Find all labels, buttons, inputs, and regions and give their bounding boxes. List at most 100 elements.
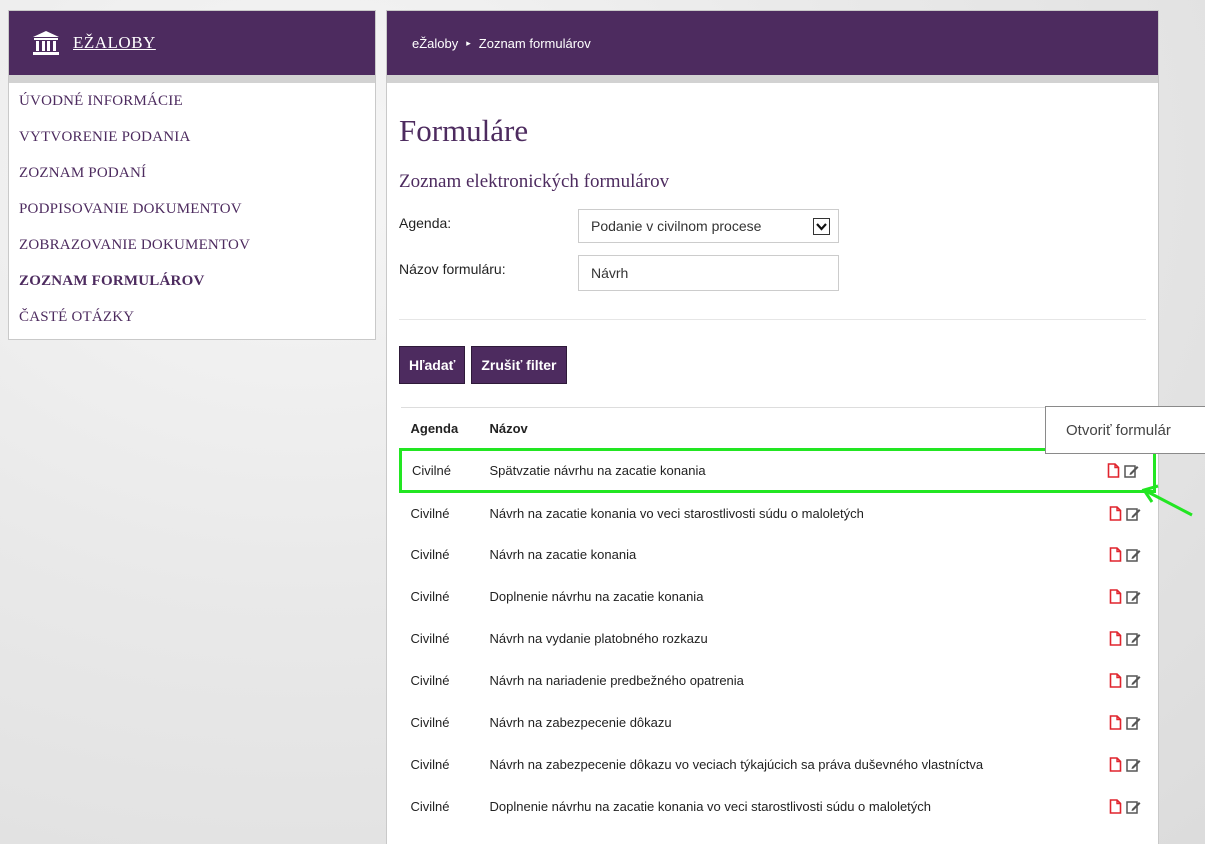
- clear-filter-button[interactable]: Zrušiť filter: [471, 346, 567, 384]
- pdf-document-icon[interactable]: [1108, 757, 1123, 772]
- cell-actions: [1081, 702, 1155, 744]
- cell-agenda: Civilné: [399, 448, 480, 493]
- agenda-select[interactable]: Podanie v civilnom procese: [578, 209, 839, 243]
- sidebar-item-podpisovanie-dokumentov[interactable]: PODPISOVANIE DOKUMENTOV: [19, 199, 375, 235]
- sidebar-nav: ÚVODNÉ INFORMÁCIE VYTVORENIE PODANIA ZOZ…: [9, 83, 375, 343]
- cell-name: Návrh na zacatie konania: [489, 547, 637, 562]
- cell-actions: [1081, 744, 1155, 786]
- form-name-label: Názov formuláru:: [399, 261, 506, 277]
- pdf-document-icon[interactable]: [1108, 547, 1123, 562]
- agenda-label: Agenda:: [399, 215, 452, 231]
- edit-form-icon[interactable]: [1125, 715, 1141, 730]
- sidebar: EŽALOBY ÚVODNÉ INFORMÁCIE VYTVORENIE POD…: [8, 10, 376, 340]
- breadcrumb-separator-icon: ▸: [466, 37, 471, 48]
- annotation-arrow-icon: [1141, 484, 1193, 517]
- row-actions: [1091, 589, 1155, 604]
- sidebar-separator: [9, 75, 375, 83]
- table-row[interactable]: Civilné Doplnenie návrhu na zacatie konan…: [401, 786, 1155, 828]
- row-actions: [1091, 673, 1155, 688]
- row-actions: [1091, 631, 1155, 646]
- name-filter-row: Názov formuláru:: [399, 255, 1146, 301]
- cell-actions: [1081, 534, 1155, 576]
- form-name-input[interactable]: [578, 255, 839, 291]
- pdf-document-icon[interactable]: [1108, 673, 1123, 688]
- cell-name: Spätvzatie návrhu na zacatie konania: [479, 448, 1081, 493]
- filter-buttons: Hľadať Zrušiť filter: [399, 346, 1146, 384]
- page-title: Formuláre: [399, 113, 529, 148]
- row-actions: [1091, 715, 1155, 730]
- table-row[interactable]: Civilné Doplnenie návrhu na zacatie konan…: [401, 576, 1155, 618]
- cell-name: Návrh na nariadenie predbežného opatreni…: [489, 673, 744, 688]
- edit-form-icon[interactable]: [1125, 589, 1141, 604]
- edit-form-icon[interactable]: [1125, 506, 1141, 521]
- pdf-document-icon[interactable]: [1106, 463, 1121, 478]
- search-button[interactable]: Hľadať: [399, 346, 466, 384]
- pdf-document-icon[interactable]: [1108, 715, 1123, 730]
- cell-actions: [1081, 786, 1155, 828]
- table-row[interactable]: Civilné Návrh na zabezpecenie dôkazu: [401, 702, 1155, 744]
- sidebar-item-caste-otazky[interactable]: ČASTÉ OTÁZKY: [19, 307, 375, 343]
- cell-name: Návrh na zacatie konania vo veci starost…: [489, 505, 864, 521]
- cell-agenda: Civilné: [410, 547, 450, 562]
- cell-actions: [1081, 660, 1155, 702]
- open-form-tooltip: Otvoriť formulár: [1045, 406, 1205, 454]
- row-actions: [1091, 757, 1155, 772]
- cell-agenda: Civilné: [410, 505, 450, 521]
- column-header-agenda[interactable]: Agenda: [400, 407, 480, 451]
- sidebar-item-vytvorenie-podania[interactable]: VYTVORENIE PODANIA: [19, 127, 375, 163]
- cell-name: Návrh na zabezpecenie dôkazu vo veciach …: [489, 757, 984, 772]
- chevron-down-icon[interactable]: [813, 218, 830, 235]
- pdf-document-icon[interactable]: [1108, 589, 1123, 604]
- pdf-document-icon[interactable]: [1108, 799, 1123, 814]
- cell-name: Návrh na zabezpecenie dôkazu: [489, 715, 672, 730]
- table-row[interactable]: Civilné Návrh na nariadenie predbežného o…: [401, 660, 1155, 702]
- cell-agenda: Civilné: [410, 589, 450, 604]
- breadcrumb-home-link[interactable]: eŽaloby: [412, 36, 458, 51]
- table-row[interactable]: Civilné Návrh na zacatie konania: [401, 534, 1155, 576]
- pdf-document-icon[interactable]: [1108, 631, 1123, 646]
- breadcrumb-current: Zoznam formulárov: [478, 35, 591, 51]
- row-actions: [1091, 799, 1155, 814]
- edit-form-icon[interactable]: [1125, 757, 1141, 772]
- filter-divider: [399, 319, 1146, 320]
- table-body: Civilné Spätvzatie návrhu na zacatie kona…: [399, 448, 1156, 828]
- logo-link[interactable]: EŽALOBY: [73, 33, 156, 53]
- cell-name: Doplnenie návrhu na zacatie konania: [489, 589, 704, 604]
- cell-agenda: Civilné: [410, 673, 450, 688]
- table-row[interactable]: Civilné Návrh na vydanie platobného rozka…: [401, 618, 1155, 660]
- forms-table: Agenda Názov Civilné Spätvzatie návrhu na…: [399, 407, 1156, 828]
- cell-name: Návrh na vydanie platobného rozkazu: [489, 631, 708, 646]
- cell-agenda: Civilné: [410, 799, 450, 814]
- content: Formuláre Zoznam elektronických formulár…: [387, 113, 1158, 828]
- column-header-name[interactable]: Názov: [479, 407, 1081, 451]
- table-row[interactable]: Civilné Návrh na zacatie konania vo veci …: [401, 492, 1155, 534]
- table-row[interactable]: Civilné Návrh na zabezpecenie dôkazu vo v…: [401, 744, 1155, 786]
- main-separator: [387, 75, 1158, 83]
- sidebar-item-uvodne-informacie[interactable]: ÚVODNÉ INFORMÁCIE: [19, 91, 375, 127]
- courthouse-icon: [33, 31, 59, 55]
- cell-agenda: Civilné: [410, 715, 450, 730]
- agenda-filter-row: Agenda: Podanie v civilnom procese: [399, 209, 1146, 255]
- table-header-row: Agenda Názov: [400, 407, 1155, 451]
- edit-form-icon[interactable]: [1125, 799, 1141, 814]
- cell-name: Doplnenie návrhu na zacatie konania vo v…: [489, 799, 932, 814]
- sidebar-item-zoznam-formularov[interactable]: ZOZNAM FORMULÁROV: [19, 271, 375, 307]
- sidebar-item-zobrazovanie-dokumentov[interactable]: ZOBRAZOVANIE DOKUMENTOV: [19, 235, 375, 271]
- cell-actions: [1081, 618, 1155, 660]
- cell-agenda: Civilné: [410, 757, 450, 772]
- edit-form-icon[interactable]: [1125, 631, 1141, 646]
- sidebar-item-zoznam-podani[interactable]: ZOZNAM PODANÍ: [19, 163, 375, 199]
- sidebar-header: EŽALOBY: [9, 11, 375, 75]
- page-subtitle: Zoznam elektronických formulárov: [399, 171, 670, 192]
- edit-form-icon[interactable]: [1125, 673, 1141, 688]
- row-actions: [1091, 463, 1154, 478]
- agenda-select-value: Podanie v civilnom procese: [591, 218, 762, 234]
- cell-agenda: Civilné: [410, 631, 450, 646]
- pdf-document-icon[interactable]: [1108, 505, 1123, 521]
- edit-form-icon[interactable]: [1124, 463, 1139, 478]
- table-row[interactable]: Civilné Spätvzatie návrhu na zacatie kona…: [399, 448, 1156, 493]
- row-actions: [1091, 547, 1155, 562]
- cell-actions: [1081, 576, 1155, 618]
- breadcrumb: eŽaloby ▸ Zoznam formulárov: [387, 11, 1158, 75]
- edit-form-icon[interactable]: [1125, 547, 1141, 562]
